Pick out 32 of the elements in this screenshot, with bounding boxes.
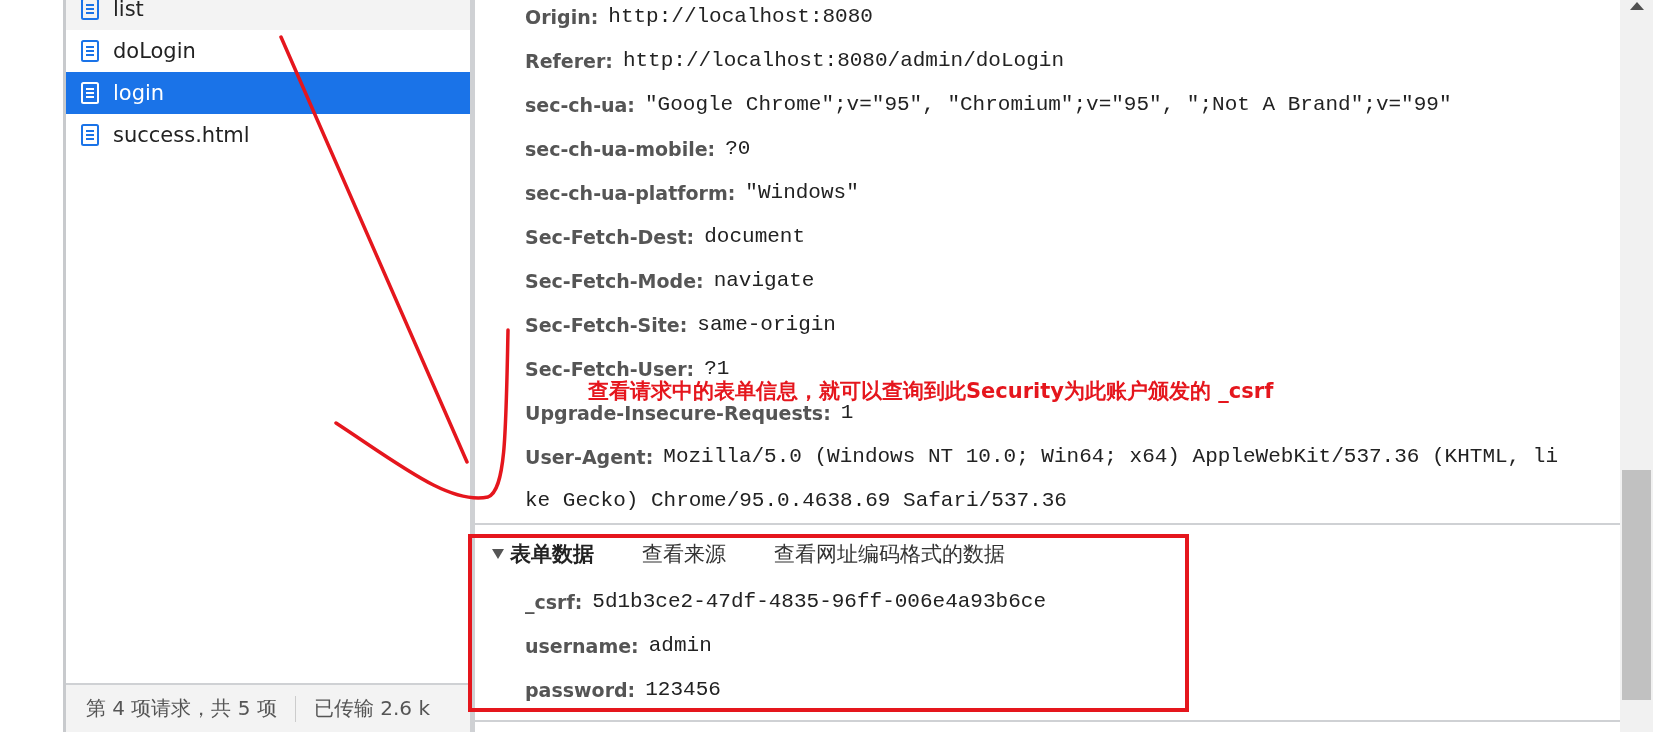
document-icon <box>81 40 99 62</box>
header-line: Sec-Fetch-Site: same-origin <box>525 314 836 336</box>
request-item[interactable]: success.html <box>66 114 470 156</box>
view-link[interactable]: 查看网址编码格式的数据 <box>774 540 1005 568</box>
header-line: Origin: http://localhost:8080 <box>525 6 873 28</box>
header-line: Upgrade-Insecure-Requests: 1 <box>525 402 854 424</box>
document-icon <box>81 124 99 146</box>
request-item[interactable]: doLogin <box>66 30 470 72</box>
header-line: Sec-Fetch-User: ?1 <box>525 358 730 380</box>
header-line: Sec-Fetch-Dest: document <box>525 226 806 248</box>
annotation-text: 查看请求中的表单信息，就可以查询到此Security为此账户颁发的 _csrf <box>588 381 1274 402</box>
scrollbar-thumb[interactable] <box>1622 470 1651 700</box>
scrollbar[interactable] <box>1620 0 1653 732</box>
request-count: 第 4 项请求，共 5 项 <box>86 695 277 722</box>
form-field-line: username: admin <box>525 633 712 659</box>
request-item[interactable]: list <box>66 0 470 30</box>
form-field-line: password: 123456 <box>525 677 721 703</box>
section-toggle[interactable]: 表单数据 <box>492 540 594 568</box>
collapse-triangle-icon <box>492 549 504 559</box>
scroll-up-icon[interactable] <box>1630 2 1644 10</box>
header-line: sec-ch-ua-platform: "Windows" <box>525 182 859 204</box>
transferred-size: 已传输 2.6 k <box>313 695 430 722</box>
form-field-line: _csrf: 5d1b3ce2-47df-4835-96ff-006e4a93b6ce <box>525 589 1046 616</box>
header-line: Sec-Fetch-Mode: navigate <box>525 270 815 292</box>
header-line: Referer: http://localhost:8080/admin/doLogin <box>525 50 1064 72</box>
header-line: User-Agent: Mozilla/5.0 (Windows NT 10.0; Win64; x64) AppleWebKit/537.36 (KHTML, like Gecko) Chrome/95.0.4638.69 Safari/537.36 <box>525 444 1560 514</box>
document-icon <box>81 82 99 104</box>
request-item[interactable]: login <box>66 72 470 114</box>
header-line: sec-ch-ua-mobile: ?0 <box>525 138 751 160</box>
view-link[interactable]: 查看来源 <box>642 540 726 568</box>
header-line: sec-ch-ua: "Google Chrome";v="95", "Chromium";v="95", ";Not A Brand";v="99" <box>525 94 1452 116</box>
document-icon <box>81 0 99 20</box>
